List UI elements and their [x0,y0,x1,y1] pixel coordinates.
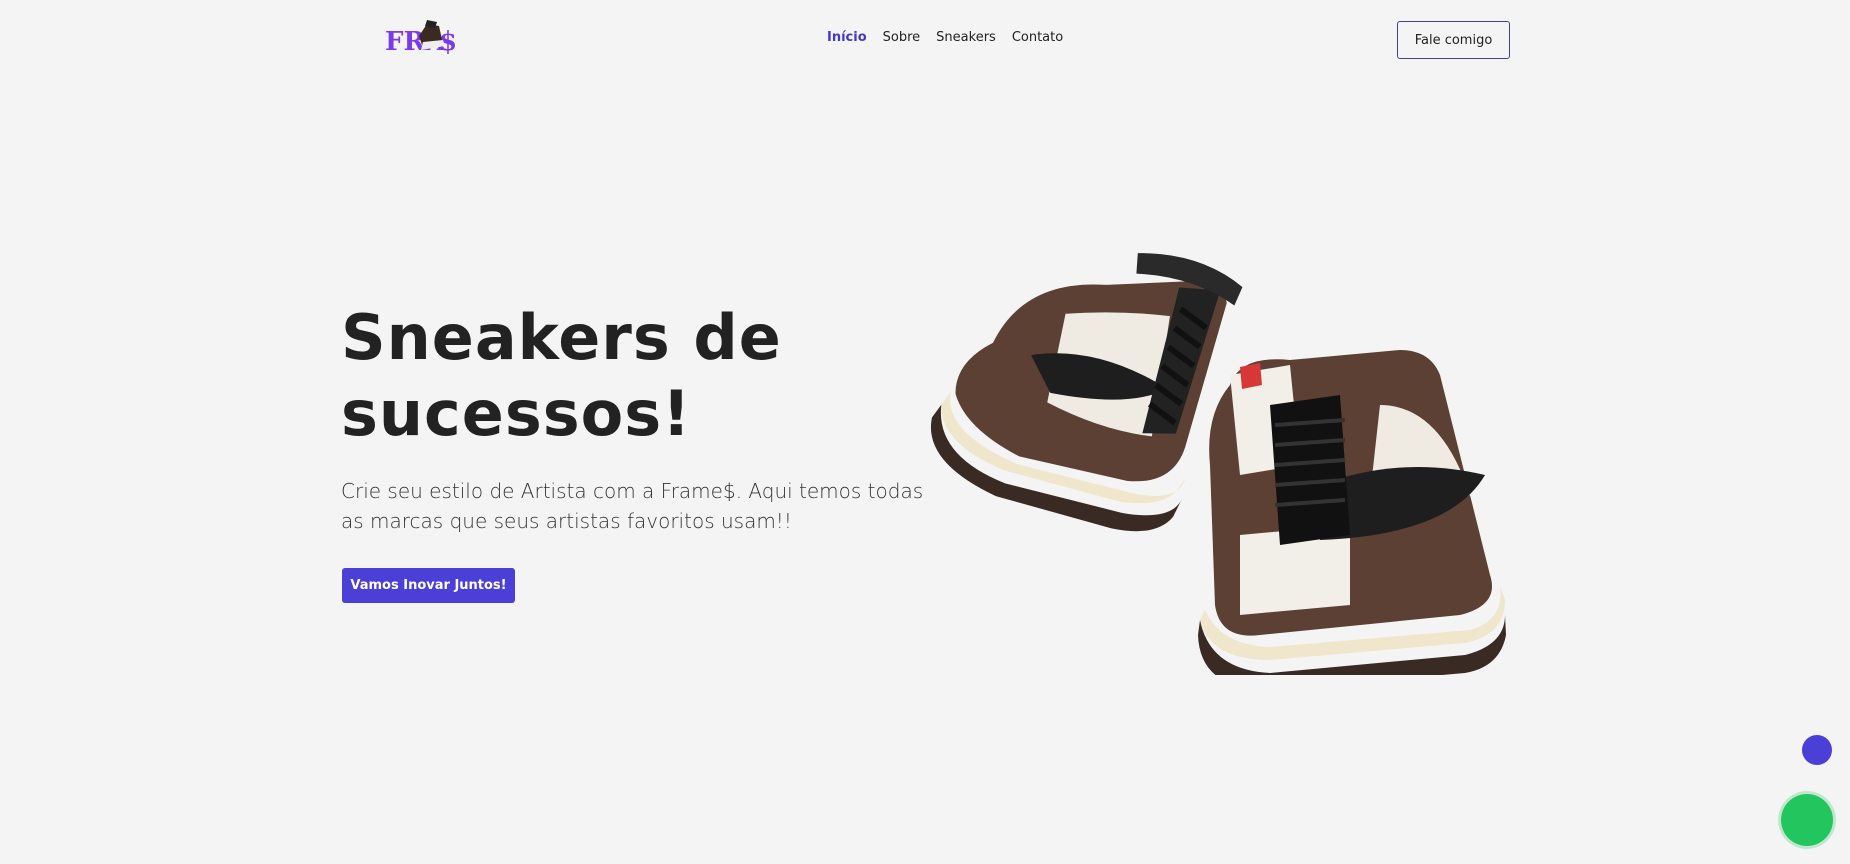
main-nav: Início Sobre Sneakers Contato [827,30,1063,45]
nav-item-contato[interactable]: Contato [1012,30,1063,45]
sneakers-image [920,235,1520,675]
whatsapp-icon[interactable] [1781,794,1833,846]
hero-title-line1: Sneakers de [341,301,782,374]
scroll-top-icon[interactable] [1802,735,1832,765]
page: FRA $ Início Sobre Sneakers Contato Fale… [0,0,1850,864]
frames-logo[interactable]: FRA $ [383,14,467,60]
nav-item-inicio[interactable]: Início [827,30,867,45]
sneakers-graphic [930,253,1506,675]
nav-item-sneakers[interactable]: Sneakers [936,30,996,45]
cta-button[interactable]: Vamos Inovar Juntos! [342,568,515,603]
hero-title-line2: sucessos! [341,377,692,450]
site-header: FRA $ Início Sobre Sneakers Contato Fale… [0,0,1850,80]
fale-comigo-button[interactable]: Fale comigo [1397,21,1510,59]
hero-title: Sneakers de sucessos! [341,300,901,452]
logo-graphic: FRA $ [385,20,457,57]
hero-description: Crie seu estilo de Artista com a Frame$.… [341,479,924,533]
nav-item-sobre[interactable]: Sobre [883,30,921,45]
